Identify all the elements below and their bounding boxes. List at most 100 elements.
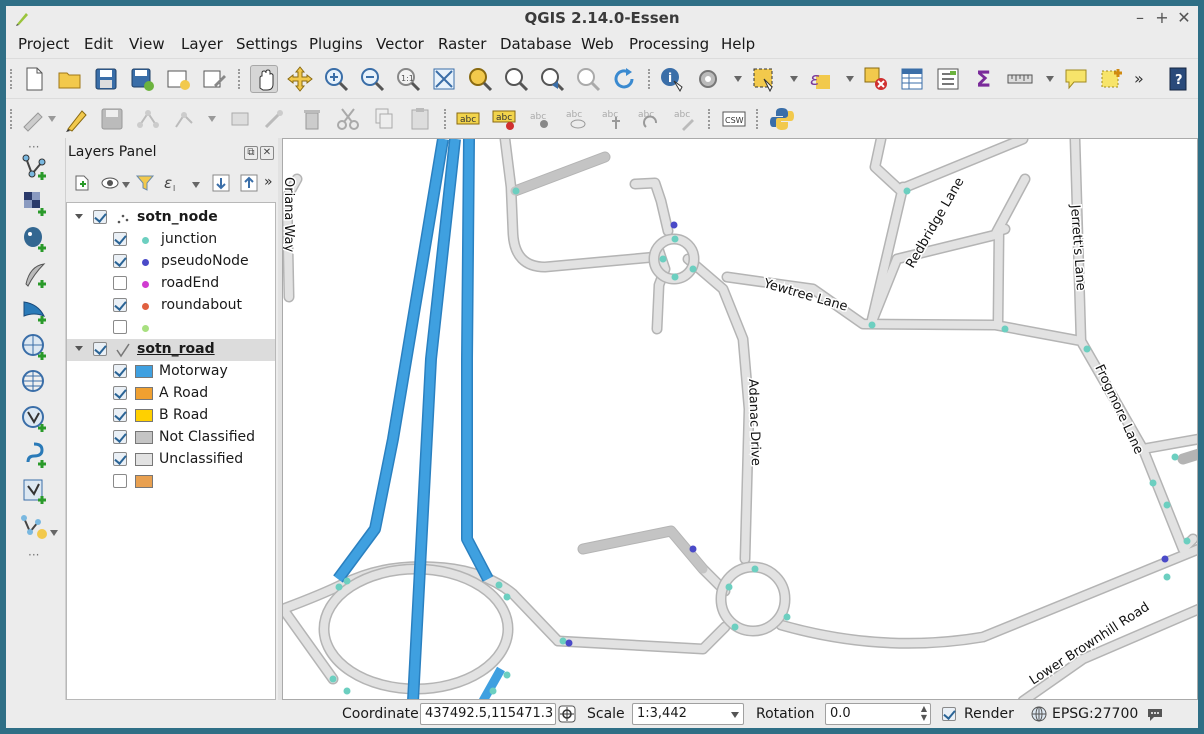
measure-line-icon[interactable] [1006, 65, 1034, 93]
menu-raster[interactable]: Raster [438, 35, 486, 53]
menu-plugins[interactable]: Plugins [309, 35, 363, 53]
filter-legend-icon[interactable] [134, 172, 156, 194]
label-tool-icon[interactable]: abc [454, 105, 482, 133]
save-as-icon[interactable] [128, 65, 156, 93]
save-layer-edits-icon[interactable] [98, 105, 126, 133]
legend-item-checkbox[interactable] [113, 430, 127, 444]
legend-item[interactable]: A Road [67, 383, 275, 405]
legend-item-checkbox[interactable] [113, 364, 127, 378]
delete-selected-icon[interactable] [298, 105, 326, 133]
legend-item[interactable]: B Road [67, 405, 275, 427]
close-button[interactable]: ✕ [1174, 8, 1194, 28]
legend-item-checkbox[interactable] [113, 386, 127, 400]
chevron-down-icon[interactable] [790, 76, 798, 82]
extents-toggle-icon[interactable] [558, 705, 576, 723]
messages-icon[interactable] [1146, 705, 1164, 723]
add-feature-icon[interactable] [134, 105, 162, 133]
collapse-all-icon[interactable] [238, 172, 260, 194]
toolbar-handle[interactable] [708, 109, 711, 129]
toggle-editing-icon[interactable] [62, 105, 90, 133]
chevron-down-icon[interactable] [75, 214, 83, 219]
add-wfs-layer-icon[interactable] [20, 404, 50, 434]
legend-item[interactable] [67, 471, 275, 493]
new-bookmark-icon[interactable] [1098, 65, 1126, 93]
legend-item[interactable]: Motorway [67, 361, 275, 383]
open-project-icon[interactable] [56, 65, 84, 93]
chevron-down-icon[interactable] [192, 182, 200, 188]
add-group-icon[interactable] [72, 172, 94, 194]
legend-item-checkbox[interactable] [113, 254, 127, 268]
crs-globe-icon[interactable] [1030, 705, 1048, 723]
select-by-expression-icon[interactable]: ε [806, 65, 834, 93]
chevron-down-icon[interactable] [122, 182, 130, 188]
menu-edit[interactable]: Edit [84, 35, 113, 53]
move-feature-icon[interactable] [226, 105, 254, 133]
move-label-icon[interactable]: abc [598, 105, 626, 133]
attribute-table-icon[interactable] [898, 65, 926, 93]
menu-help[interactable]: Help [721, 35, 755, 53]
toolbar-handle[interactable] [10, 109, 13, 129]
add-delimited-text-layer-icon[interactable] [20, 440, 50, 470]
layer-sotn-node[interactable]: sotn_node [67, 207, 275, 229]
crs-label[interactable]: EPSG:27700 [1052, 706, 1138, 722]
field-calculator-icon[interactable] [934, 65, 962, 93]
chevron-down-icon[interactable] [48, 116, 56, 122]
select-features-icon[interactable] [750, 65, 778, 93]
map-view[interactable]: Oriana Way Redbridge Lane Jerrett's Lane… [283, 139, 1198, 700]
minimize-button[interactable]: – [1130, 8, 1150, 28]
menu-settings[interactable]: Settings [236, 35, 298, 53]
manage-themes-icon[interactable] [100, 172, 122, 194]
menu-web[interactable]: Web [581, 35, 614, 53]
composer-manager-icon[interactable] [200, 65, 228, 93]
toolbar-overflow-icon[interactable]: » [1134, 69, 1144, 88]
legend-item-checkbox[interactable] [113, 320, 127, 334]
statistical-summary-icon[interactable]: Σ [970, 65, 998, 93]
legend-item-checkbox[interactable] [113, 276, 127, 290]
highlight-pinned-labels-icon[interactable]: abc [526, 105, 554, 133]
show-hide-labels-icon[interactable]: abc [562, 105, 590, 133]
chevron-down-icon[interactable] [75, 346, 83, 351]
float-panel-icon[interactable]: ⧉ [244, 146, 258, 160]
legend-item[interactable]: Not Classified [67, 427, 275, 449]
pan-to-selection-icon[interactable] [286, 65, 314, 93]
add-raster-layer-icon[interactable] [20, 188, 50, 218]
toolbar-handle[interactable] [444, 109, 447, 129]
legend-item-checkbox[interactable] [113, 232, 127, 246]
menu-view[interactable]: View [129, 35, 165, 53]
chevron-down-icon[interactable] [731, 712, 739, 718]
add-wcs-layer-icon[interactable] [20, 368, 50, 398]
zoom-out-icon[interactable] [358, 65, 386, 93]
spinner-arrows-icon[interactable]: ▲ ▼ [921, 704, 927, 722]
paste-features-icon[interactable] [406, 105, 434, 133]
zoom-next-icon[interactable] [574, 65, 602, 93]
legend-item[interactable]: junction [67, 229, 275, 251]
legend-item-checkbox[interactable] [113, 452, 127, 466]
deselect-all-icon[interactable] [862, 65, 890, 93]
chevron-down-icon[interactable] [846, 76, 854, 82]
pin-labels-icon[interactable]: abc [490, 105, 518, 133]
chevron-down-icon[interactable] [734, 76, 742, 82]
rotation-spinbox[interactable]: 0.0 ▲ ▼ [825, 703, 931, 725]
maximize-button[interactable]: + [1152, 8, 1172, 28]
render-checkbox[interactable] [942, 707, 956, 721]
menu-project[interactable]: Project [18, 35, 69, 53]
close-panel-icon[interactable]: ✕ [260, 146, 274, 160]
vertex-tool-icon[interactable] [170, 105, 198, 133]
chevron-down-icon[interactable] [208, 116, 216, 122]
chevron-down-icon[interactable] [1046, 76, 1054, 82]
rotate-label-icon[interactable]: abc [634, 105, 662, 133]
change-label-icon[interactable]: abc [670, 105, 698, 133]
current-edits-icon[interactable] [20, 105, 48, 133]
pan-map-icon[interactable] [250, 65, 278, 93]
add-spatialite-layer-icon[interactable] [20, 260, 50, 290]
legend-item[interactable]: Unclassified [67, 449, 275, 471]
layer-sotn-road[interactable]: sotn_road [67, 339, 275, 361]
zoom-to-selection-icon[interactable] [466, 65, 494, 93]
menu-database[interactable]: Database [500, 35, 572, 53]
add-postgis-layer-icon[interactable] [20, 224, 50, 254]
legend-item-checkbox[interactable] [113, 298, 127, 312]
legend-item[interactable]: roundabout [67, 295, 275, 317]
map-tips-icon[interactable] [1062, 65, 1090, 93]
zoom-last-icon[interactable] [538, 65, 566, 93]
toolbar-handle[interactable] [10, 69, 13, 89]
